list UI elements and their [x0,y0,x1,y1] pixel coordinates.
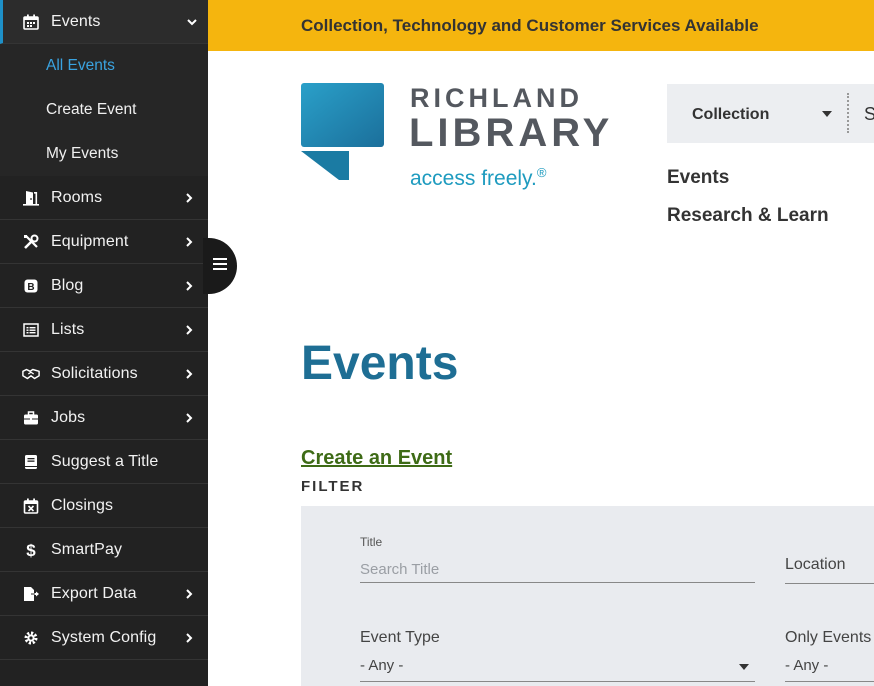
chevron-right-icon [181,190,197,206]
event-type-select[interactable]: - Any - [360,657,755,682]
title-search-input[interactable] [360,556,755,583]
registered-mark: ® [536,165,547,180]
filter-heading: FILTER [301,478,365,495]
sidebar-item-label: Export Data [51,584,137,602]
caret-down-icon [822,111,832,117]
svg-text:B: B [27,282,34,293]
sidebar-item-label: Solicitations [51,364,138,382]
sidebar-item-label: System Config [51,628,157,646]
chevron-right-icon [181,630,197,646]
events-submenu: All Events Create Event My Events [0,44,208,176]
book-icon [22,453,40,471]
event-type-value: - Any - [360,657,404,674]
list-icon [22,321,40,339]
page-title: Events [301,337,459,390]
sidebar-item-lists[interactable]: Lists [0,308,208,352]
location-select[interactable] [785,583,874,584]
collection-select-value: Collection [692,106,770,123]
logo-word-richland: RICHLAND [410,83,583,113]
sidebar-item-jobs[interactable]: Jobs [0,396,208,440]
collection-select[interactable]: Collection S [667,84,874,143]
hamburger-icon [213,257,227,275]
submenu-create-event[interactable]: Create Event [0,88,208,132]
search-field-partial[interactable]: S [864,104,874,125]
submenu-all-events[interactable]: All Events [0,44,208,88]
chevron-right-icon [181,278,197,294]
event-type-filter-label: Event Type [360,629,440,646]
chevron-right-icon [181,366,197,382]
calendar-x-icon [22,497,40,515]
logo-tagline: access freely.® [410,165,547,190]
filter-panel: Title Location Event Type - Any - Only E… [301,506,874,686]
door-icon [22,189,40,207]
sidebar-item-label: Rooms [51,188,103,206]
banner-text: Collection, Technology and Customer Serv… [301,16,759,35]
sidebar-item-export-data[interactable]: Export Data [0,572,208,616]
submenu-my-events[interactable]: My Events [0,132,208,176]
only-events-select[interactable]: - Any - [785,657,874,682]
briefcase-icon [22,409,40,427]
caret-down-icon [739,664,749,670]
sidebar-item-suggest-a-title[interactable]: Suggest a Title [0,440,208,484]
only-events-filter-label: Only Events [785,629,872,646]
sidebar-item-closings[interactable]: Closings [0,484,208,528]
logo-word-library: LIBRARY [409,111,614,155]
title-filter-label: Title [360,535,383,549]
sidebar-item-label: Blog [51,276,84,294]
tools-icon [22,233,40,251]
chevron-right-icon [181,322,197,338]
chevron-right-icon [181,586,197,602]
sidebar-item-label: Equipment [51,232,129,250]
location-filter-label: Location [785,556,846,573]
library-logo[interactable]: RICHLAND LIBRARY access freely.® [301,83,631,193]
sidebar-item-label: Events [51,12,101,30]
create-event-link[interactable]: Create an Event [301,447,452,470]
sidebar-item-equipment[interactable]: Equipment [0,220,208,264]
only-events-value: - Any - [785,657,829,674]
calendar-icon [22,13,40,31]
handshake-icon [22,365,40,383]
admin-sidebar: Events All Events Create Event My Events… [0,0,208,686]
sidebar-item-events[interactable]: Events [0,0,208,44]
chevron-right-icon [181,234,197,250]
service-banner: Collection, Technology and Customer Serv… [208,0,874,51]
sidebar-item-label: Suggest a Title [51,452,159,470]
sidebar-item-solicitations[interactable]: Solicitations [0,352,208,396]
nav-link-events[interactable]: Events [667,167,729,189]
export-icon [22,585,40,603]
sidebar-item-label: SmartPay [51,540,123,558]
divider [847,93,849,133]
sidebar-toggle-button[interactable] [203,238,237,294]
sidebar-item-blog[interactable]: B Blog [0,264,208,308]
sidebar-item-label: Jobs [51,408,86,426]
chevron-down-icon [184,14,200,30]
nav-link-research-learn[interactable]: Research & Learn [667,205,829,227]
sidebar-item-smartpay[interactable]: $ SmartPay [0,528,208,572]
chevron-right-icon [181,410,197,426]
svg-text:$: $ [26,541,36,559]
gear-icon [22,629,40,647]
dollar-icon: $ [22,541,40,559]
sidebar-item-rooms[interactable]: Rooms [0,176,208,220]
sidebar-item-label: Lists [51,320,85,338]
sidebar-item-system-config[interactable]: System Config [0,616,208,660]
blog-icon: B [22,277,40,295]
sidebar-item-label: Closings [51,496,114,514]
